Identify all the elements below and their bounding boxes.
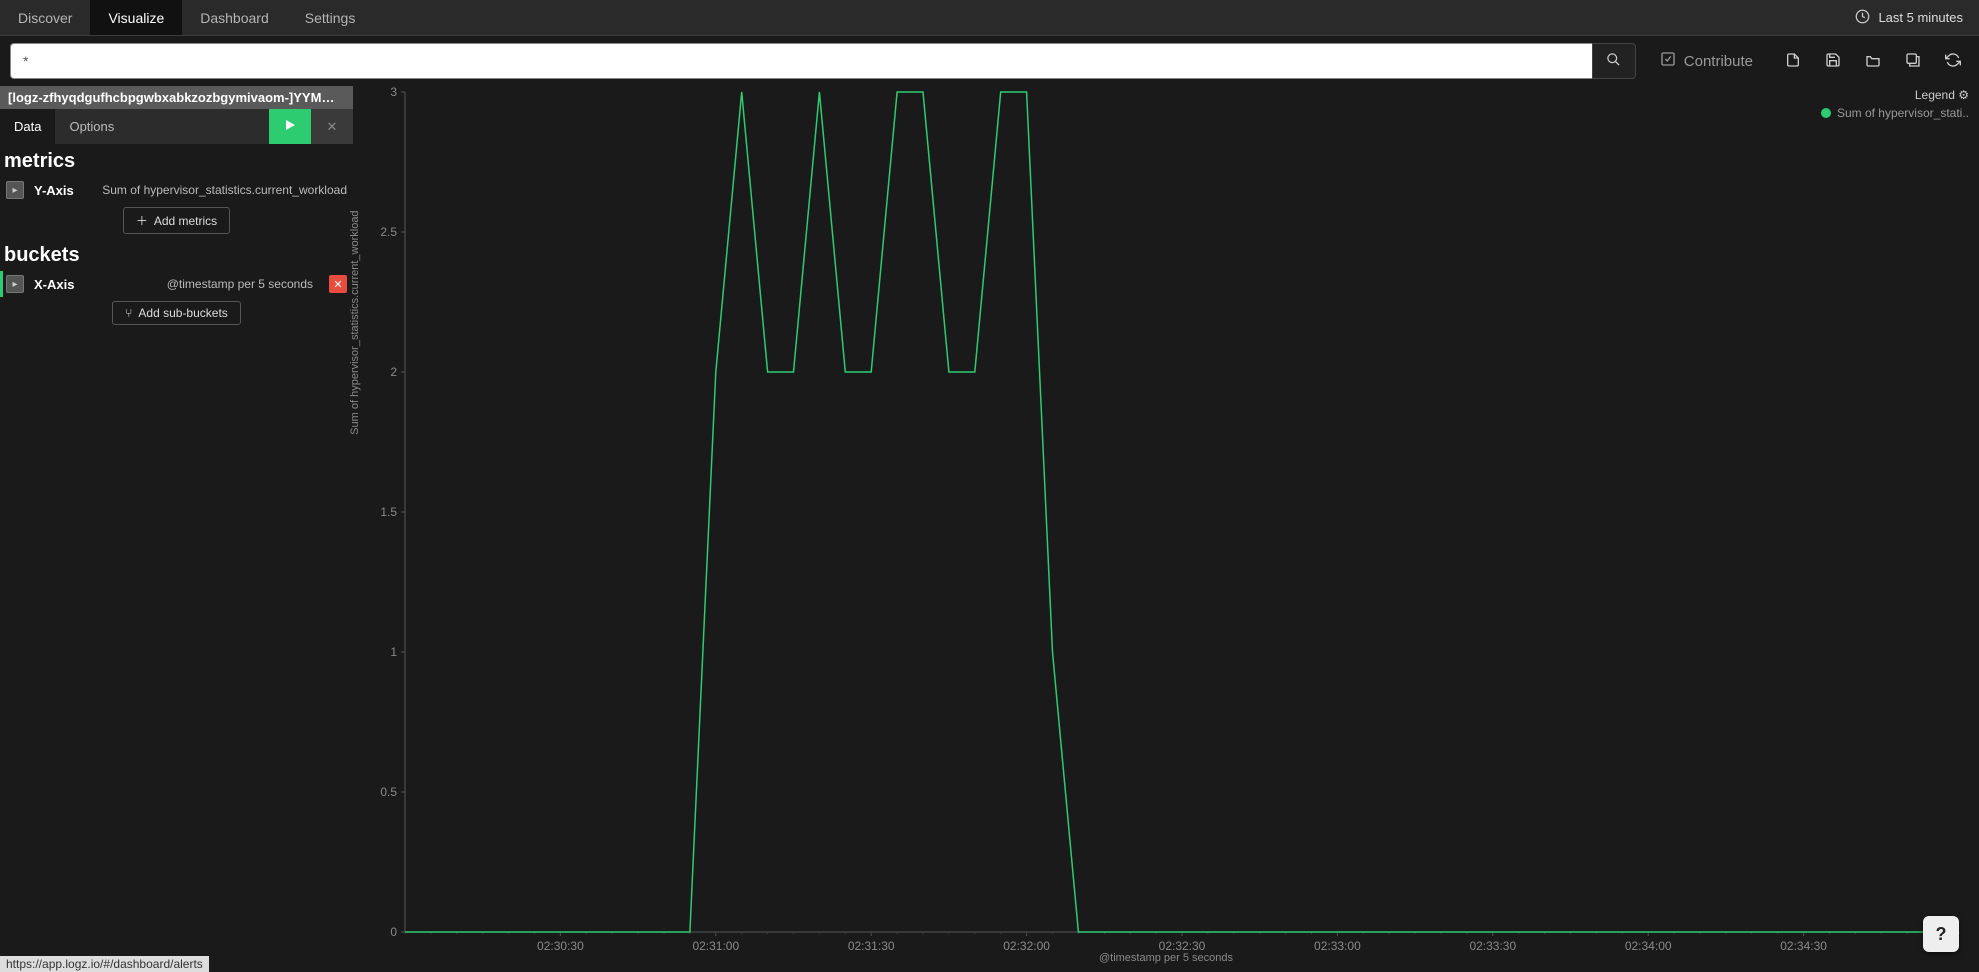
svg-text:02:33:00: 02:33:00 <box>1314 939 1361 953</box>
add-subbuckets-label: Add sub-buckets <box>138 306 227 320</box>
tab-visualize[interactable]: Visualize <box>90 0 182 35</box>
time-picker-label: Last 5 minutes <box>1878 10 1963 25</box>
help-button[interactable]: ? <box>1923 916 1959 952</box>
search-icon <box>1606 52 1621 70</box>
metrics-row: ▸ Y-Axis Sum of hypervisor_statistics.cu… <box>0 177 353 203</box>
search-wrap <box>10 43 1636 79</box>
close-icon: ✕ <box>333 278 342 291</box>
open-button[interactable] <box>1857 45 1889 77</box>
save-button[interactable] <box>1817 45 1849 77</box>
metrics-toggle[interactable]: ▸ <box>6 181 24 199</box>
svg-text:02:34:30: 02:34:30 <box>1780 939 1827 953</box>
close-icon: ✕ <box>327 119 338 135</box>
clock-icon <box>1855 9 1870 27</box>
add-metrics-label: Add metrics <box>154 214 217 228</box>
svg-text:02:30:30: 02:30:30 <box>537 939 584 953</box>
svg-text:02:32:30: 02:32:30 <box>1159 939 1206 953</box>
branch-icon: ⑂ <box>125 306 132 320</box>
add-metrics-button[interactable]: ＋ Add metrics <box>123 207 230 234</box>
svg-text:02:34:00: 02:34:00 <box>1625 939 1672 953</box>
bucket-row: ▸ X-Axis @timestamp per 5 seconds ✕ <box>0 271 353 297</box>
contribute-icon <box>1660 51 1676 71</box>
svg-text:2.5: 2.5 <box>380 225 397 239</box>
search-button[interactable] <box>1592 43 1636 79</box>
svg-text:2: 2 <box>390 365 397 379</box>
contribute-button[interactable]: Contribute <box>1644 43 1769 79</box>
folder-open-icon <box>1865 52 1881 71</box>
bucket-toggle[interactable]: ▸ <box>6 275 24 293</box>
search-input[interactable] <box>10 43 1592 79</box>
bucket-desc: @timestamp per 5 seconds <box>167 277 313 291</box>
discard-button[interactable]: ✕ <box>311 109 353 144</box>
top-nav: Discover Visualize Dashboard Settings La… <box>0 0 1979 36</box>
svg-text:1: 1 <box>390 645 397 659</box>
share-icon <box>1905 52 1921 71</box>
contribute-label: Contribute <box>1684 53 1753 70</box>
plus-icon: ＋ <box>136 212 148 229</box>
bucket-axis-label: X-Axis <box>34 277 74 292</box>
bucket-remove-button[interactable]: ✕ <box>329 275 347 293</box>
svg-text:3: 3 <box>390 86 397 99</box>
subtab-options[interactable]: Options <box>55 109 128 144</box>
metrics-title: metrics <box>0 144 353 177</box>
metrics-desc: Sum of hypervisor_statistics.current_wor… <box>102 183 347 197</box>
index-pattern-label[interactable]: [logz-zfhyqdgufhcbpgwbxabkzozbgymivaom-]… <box>0 86 353 109</box>
metrics-axis-label: Y-Axis <box>34 183 74 198</box>
svg-text:0.5: 0.5 <box>380 785 397 799</box>
toolbar: Contribute <box>0 36 1979 86</box>
tab-discover[interactable]: Discover <box>0 0 90 35</box>
refresh-button[interactable] <box>1937 45 1969 77</box>
new-button[interactable] <box>1777 45 1809 77</box>
time-picker[interactable]: Last 5 minutes <box>1839 0 1979 35</box>
apply-button[interactable] <box>269 109 311 144</box>
buckets-title: buckets <box>0 238 353 271</box>
save-icon <box>1825 52 1841 71</box>
svg-text:02:32:00: 02:32:00 <box>1003 939 1050 953</box>
subtab-data[interactable]: Data <box>0 109 55 144</box>
svg-text:02:33:30: 02:33:30 <box>1469 939 1516 953</box>
chart-area: Legend ⚙ Sum of hypervisor_stati.. Sum o… <box>353 86 1979 972</box>
svg-text:02:31:00: 02:31:00 <box>692 939 739 953</box>
sidebar: [logz-zfhyqdgufhcbpgwbxabkzozbgymivaom-]… <box>0 86 353 972</box>
tab-settings[interactable]: Settings <box>287 0 374 35</box>
svg-text:1.5: 1.5 <box>380 505 397 519</box>
svg-text:0: 0 <box>390 925 397 939</box>
sidebar-subtabs: Data Options ✕ <box>0 109 353 144</box>
play-icon <box>284 119 296 134</box>
refresh-icon <box>1945 52 1961 71</box>
new-doc-icon <box>1785 52 1801 71</box>
svg-text:02:31:30: 02:31:30 <box>848 939 895 953</box>
status-bar: https://app.logz.io/#/dashboard/alerts <box>0 956 209 972</box>
share-button[interactable] <box>1897 45 1929 77</box>
add-subbuckets-button[interactable]: ⑂ Add sub-buckets <box>112 301 241 325</box>
chart-svg[interactable]: 0 0.5 1 1.5 2 2.5 3 02:30:30 02:31:00 02:31:30 02:… <box>353 86 1979 972</box>
tab-dashboard[interactable]: Dashboard <box>182 0 287 35</box>
